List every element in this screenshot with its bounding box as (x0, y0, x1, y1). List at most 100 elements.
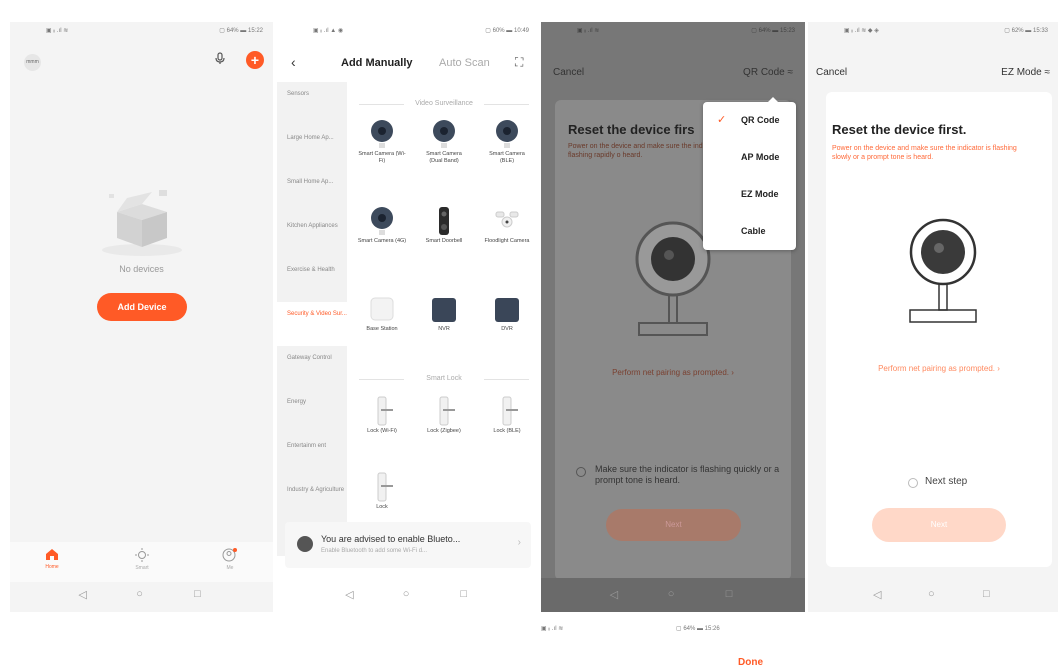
tab-smart[interactable]: Smart (122, 548, 162, 571)
category-item[interactable]: Large Home Ap... (277, 126, 347, 170)
nav-home-icon[interactable]: ○ (136, 588, 143, 600)
nav-back-icon[interactable]: ◁ (873, 588, 881, 601)
category-item[interactable]: Gateway Control (277, 346, 347, 390)
device-dvr[interactable]: DVR (482, 294, 532, 333)
camera-illustration (898, 214, 988, 334)
device-smart-camera-ble[interactable]: Smart Camera (BLE) (482, 119, 532, 165)
doorbell-icon (431, 206, 457, 236)
microphone-icon[interactable] (214, 52, 226, 68)
tab-me[interactable]: Me (210, 548, 250, 571)
category-item-selected[interactable]: Security & Video Sur... (277, 302, 347, 346)
status-bar: ▣ ᵢᵢ .ıl ≋ ▢ 64% ▬ 15:23 (541, 22, 805, 40)
category-item[interactable]: Exercise & Health (277, 258, 347, 302)
bluetooth-prompt[interactable]: You are advised to enable Blueto... Enab… (285, 522, 531, 568)
device-label: Lock (Wi-Fi) (367, 428, 397, 434)
status-left: ▣ ᵢᵢ .ıl ≋ (46, 28, 69, 34)
mode-selector[interactable]: EZ Mode ≈ (1001, 67, 1050, 78)
tab-auto-scan[interactable]: Auto Scan (439, 57, 490, 69)
add-device-header: ‹ Add Manually Auto Scan ⛶ (277, 54, 539, 76)
nav-recent-icon[interactable]: □ (194, 588, 201, 600)
device-label: Smart Camera (Dual Band) (426, 151, 462, 164)
category-item[interactable]: Sensors (277, 82, 347, 126)
nav-recent-icon[interactable]: □ (726, 588, 733, 600)
menu-item-ez-mode[interactable]: EZ Mode (703, 176, 796, 213)
floodlight-icon (494, 206, 520, 236)
device-base-station[interactable]: Base Station (357, 294, 407, 333)
user-icon (210, 548, 250, 565)
status-right: ▢ 64% ▬ 15:23 (751, 28, 795, 34)
tab-smart-label: Smart (135, 565, 149, 571)
mode-selector[interactable]: QR Code ≈ (743, 67, 793, 78)
menu-item-label: QR Code (741, 115, 780, 125)
home-avatar[interactable]: mmm (24, 54, 41, 71)
next-button[interactable]: Next (606, 509, 741, 541)
device-smart-camera-4g[interactable]: Smart Camera (4G) (357, 206, 407, 245)
nav-back-icon[interactable]: ◁ (345, 588, 353, 601)
device-floodlight-camera[interactable]: Floodlight Camera (482, 206, 532, 245)
next-step-radio[interactable] (908, 478, 918, 488)
status-left: ▣ ᵢᵢ .ıl ▲ ◉ (313, 28, 344, 34)
done-button[interactable]: Done (738, 657, 763, 668)
phone-home-screen: ▣ ᵢᵢ .ıl ≋ ▢ 64% ▬ 15:22 mmm + No device… (10, 22, 273, 612)
camera-icon (369, 119, 395, 149)
menu-item-label: EZ Mode (741, 189, 779, 199)
category-list: Sensors Large Home Ap... Small Home Ap..… (277, 82, 347, 556)
camera-icon (431, 119, 457, 149)
category-item[interactable]: Small Home Ap... (277, 170, 347, 214)
device-label: DVR (501, 326, 513, 332)
nav-back-icon[interactable]: ◁ (78, 588, 86, 601)
menu-item-cable[interactable]: Cable (703, 213, 796, 250)
menu-item-ap-mode[interactable]: AP Mode (703, 139, 796, 176)
device-lock-wifi[interactable]: Lock (Wi-Fi) (357, 396, 407, 435)
device-label: Smart Camera (BLE) (489, 151, 525, 164)
device-label: NVR (438, 326, 450, 332)
scan-icon[interactable]: ⛶ (515, 55, 523, 70)
nav-home-icon[interactable]: ○ (403, 588, 410, 600)
add-device-button[interactable]: Add Device (97, 293, 187, 321)
nav-back-icon[interactable]: ◁ (610, 588, 618, 601)
status-bar: ▣ ᵢᵢ .ıl ≋ ▢ 64% ▬ 15:22 (10, 22, 273, 40)
chevron-right-icon: › (517, 537, 521, 548)
lock-icon (369, 472, 395, 502)
device-label: Smart Camera (4G) (357, 238, 407, 244)
next-button[interactable]: Next (872, 508, 1006, 542)
device-nvr[interactable]: NVR (419, 294, 469, 333)
status-right: ▢ 64% ▬ 15:26 (676, 626, 720, 632)
device-smart-doorbell[interactable]: Smart Doorbell (419, 206, 469, 245)
tab-me-label: Me (226, 565, 234, 571)
category-item[interactable]: Kitchen Appliances (277, 214, 347, 258)
nvr-icon (431, 294, 457, 324)
category-item[interactable]: Industry & Agriculture (277, 478, 347, 522)
add-plus-icon[interactable]: + (246, 51, 264, 69)
cancel-link[interactable]: Cancel (553, 67, 584, 78)
category-item[interactable]: Entertainm ent (277, 434, 347, 478)
menu-item-qr-code[interactable]: ✓ QR Code (703, 102, 796, 139)
device-smart-camera-wifi[interactable]: Smart Camera (Wi-Fi) (357, 119, 407, 165)
status-bar: ▣ ᵢᵢ .ıl ≋ ◆ ◈ ▢ 62% ▬ 15:33 (808, 22, 1058, 40)
confirm-checkbox-label: Make sure the indicator is flashing quic… (595, 464, 780, 485)
menu-item-label: AP Mode (741, 152, 780, 162)
device-lock[interactable]: Lock (357, 472, 407, 511)
nav-home-icon[interactable]: ○ (668, 588, 675, 600)
nav-recent-icon[interactable]: □ (983, 588, 990, 600)
nav-recent-icon[interactable]: □ (460, 588, 467, 600)
sun-icon (122, 548, 162, 565)
device-smart-camera-dual-band[interactable]: Smart Camera (Dual Band) (419, 119, 469, 165)
cancel-link[interactable]: Cancel (816, 67, 847, 78)
phone-reset-ez-mode: ▣ ᵢᵢ .ıl ≋ ◆ ◈ ▢ 62% ▬ 15:33 Cancel EZ M… (808, 22, 1058, 612)
camera-icon (494, 119, 520, 149)
device-lock-ble[interactable]: Lock (BLE) (482, 396, 532, 435)
tab-home[interactable]: Home (32, 548, 72, 570)
tab-add-manually[interactable]: Add Manually (341, 57, 413, 69)
device-lock-zigbee[interactable]: Lock (Zigbee) (419, 396, 469, 435)
perform-pairing-link[interactable]: Perform net pairing as prompted. › (541, 368, 805, 377)
nav-home-icon[interactable]: ○ (928, 588, 935, 600)
phone-add-manually: ▣ ᵢᵢ .ıl ▲ ◉ ▢ 60% ▬ 10:49 ‹ Add Manuall… (277, 22, 539, 612)
confirm-checkbox[interactable] (576, 467, 586, 477)
android-nav-bar: ◁ ○ □ (10, 578, 273, 612)
category-item[interactable]: Energy (277, 390, 347, 434)
back-chevron-icon[interactable]: ‹ (291, 54, 296, 70)
perform-pairing-link[interactable]: Perform net pairing as prompted. › (826, 364, 1052, 373)
pairing-mode-menu: ✓ QR Code AP Mode EZ Mode Cable (703, 97, 796, 250)
reset-title: Reset the device firs (568, 122, 695, 137)
